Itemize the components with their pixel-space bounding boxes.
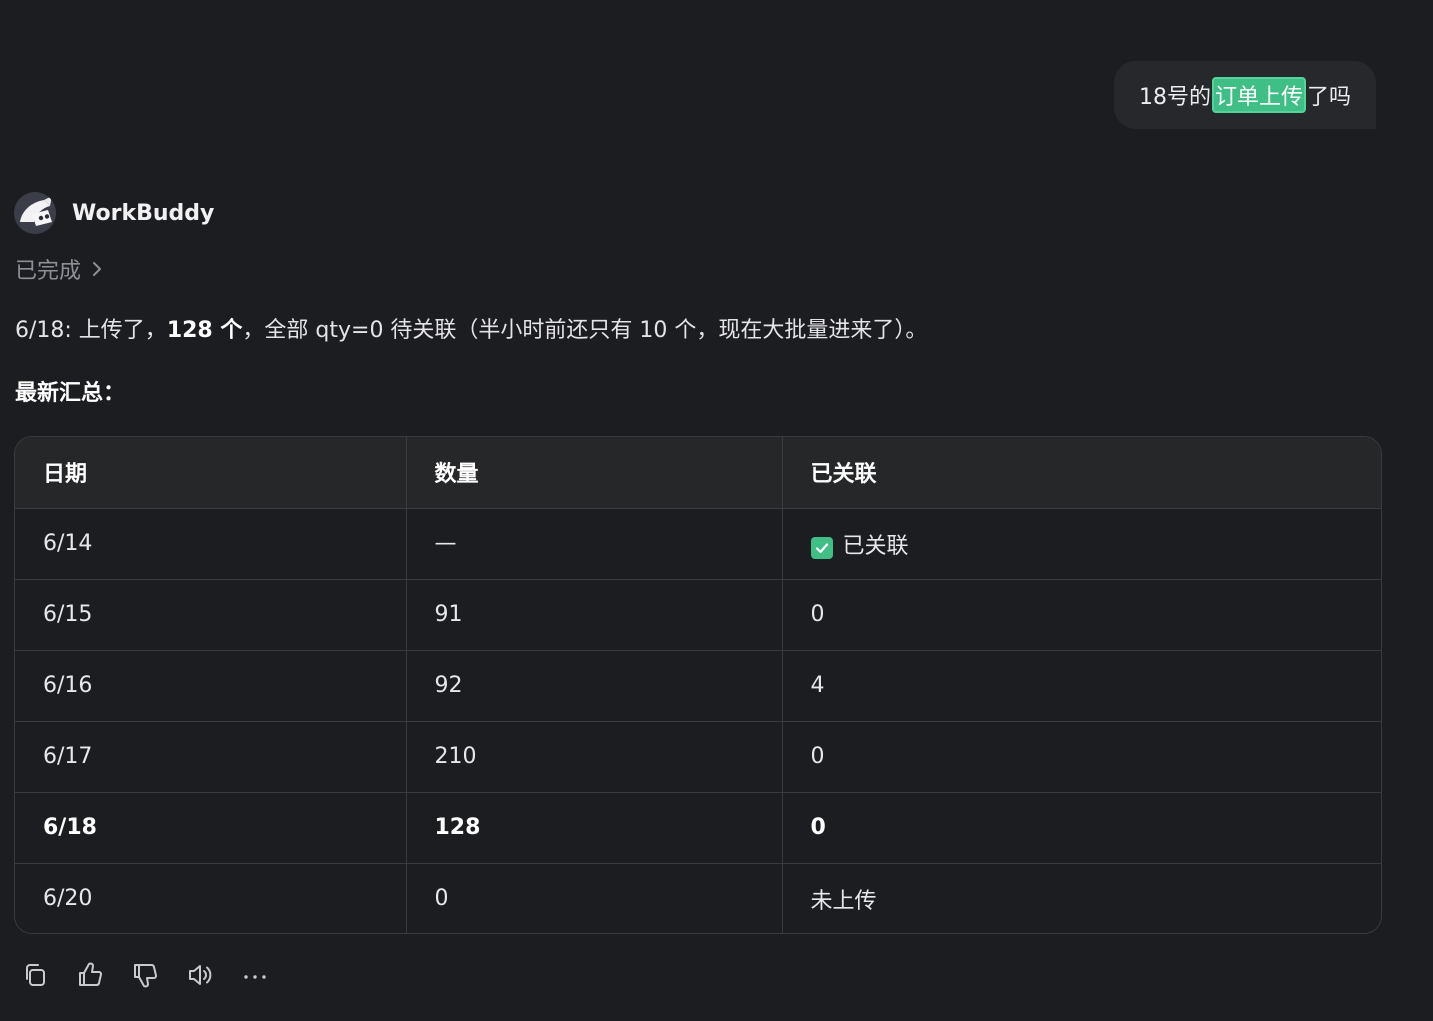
thumbs-up-icon	[79, 962, 103, 986]
message-part1: 6/18: 上传了，	[15, 318, 167, 343]
cell-linked: 已关联	[782, 508, 1381, 580]
cell-quantity: 0	[406, 863, 783, 933]
cell-date: 6/20	[15, 863, 407, 933]
table-row: 6/17 210 0	[15, 721, 1381, 793]
cell-linked: 4	[782, 650, 1381, 722]
message-part2: ，全部 qty=0 待关联（半小时前还只有 10 个，现在大批量进来了）。	[242, 318, 928, 343]
read-aloud-button[interactable]	[185, 960, 215, 990]
user-message-highlight: 订单上传	[1211, 77, 1306, 113]
status-toggle[interactable]: 已完成	[15, 255, 103, 284]
assistant-avatar	[14, 192, 56, 234]
more-button[interactable]	[240, 960, 270, 990]
message-bold: 128 个	[166, 318, 243, 343]
cell-date: 6/15	[15, 579, 407, 651]
cell-quantity: 92	[406, 650, 783, 722]
cell-quantity: 210	[406, 721, 783, 793]
thumbs-down-icon	[134, 964, 158, 988]
cell-date: 6/16	[15, 650, 407, 722]
cell-linked: 0	[782, 579, 1381, 651]
cell-quantity: —	[406, 508, 783, 580]
table-row: 6/20 0 未上传	[15, 863, 1381, 933]
speaker-icon	[189, 965, 212, 985]
assistant-header: WorkBuddy	[14, 192, 214, 234]
linked-label: 已关联	[842, 533, 909, 559]
table-row-highlighted: 6/18 128 0	[15, 792, 1381, 864]
cell-date: 6/18	[15, 792, 407, 864]
assistant-message: 6/18: 上传了，128 个，全部 qty=0 待关联（半小时前还只有 10 …	[15, 315, 927, 347]
table-row: 6/15 91 0	[15, 579, 1381, 651]
header-linked: 已关联	[782, 437, 1381, 509]
copy-button[interactable]	[20, 960, 50, 990]
cell-linked: 未上传	[782, 863, 1381, 933]
table-row: 6/16 92 4	[15, 650, 1381, 722]
dislike-button[interactable]	[130, 960, 160, 990]
cell-linked: 0	[782, 792, 1381, 864]
cell-date: 6/17	[15, 721, 407, 793]
cell-quantity: 91	[406, 579, 783, 651]
cell-quantity: 128	[406, 792, 783, 864]
status-label: 已完成	[15, 259, 82, 284]
cell-date: 6/14	[15, 508, 407, 580]
header-date: 日期	[15, 437, 407, 509]
assistant-name: WorkBuddy	[72, 200, 215, 226]
like-button[interactable]	[75, 960, 105, 990]
more-icon	[244, 975, 266, 979]
header-quantity: 数量	[406, 437, 783, 509]
chevron-right-icon	[93, 262, 102, 276]
message-actions	[20, 958, 295, 992]
table-row: 6/14 — 已关联	[15, 508, 1381, 580]
chat-page: 18号的 订单上传 了吗 WorkBuddy 已完成 6/18: 上传了，128 个…	[0, 0, 1433, 1021]
copy-icon	[26, 964, 45, 986]
cell-linked: 0	[782, 721, 1381, 793]
summary-title: 最新汇总：	[15, 381, 126, 406]
user-message-prefix: 18号的	[1138, 85, 1211, 110]
table-header-row: 日期 数量 已关联	[15, 437, 1381, 509]
user-message-bubble: 18号的 订单上传 了吗	[1114, 61, 1376, 129]
user-message-suffix: 了吗	[1307, 85, 1352, 110]
summary-table: 日期 数量 已关联 6/14 — 已关联 6/15 91 0 6/16 92 4…	[14, 436, 1382, 934]
checkmark-icon	[810, 536, 833, 559]
